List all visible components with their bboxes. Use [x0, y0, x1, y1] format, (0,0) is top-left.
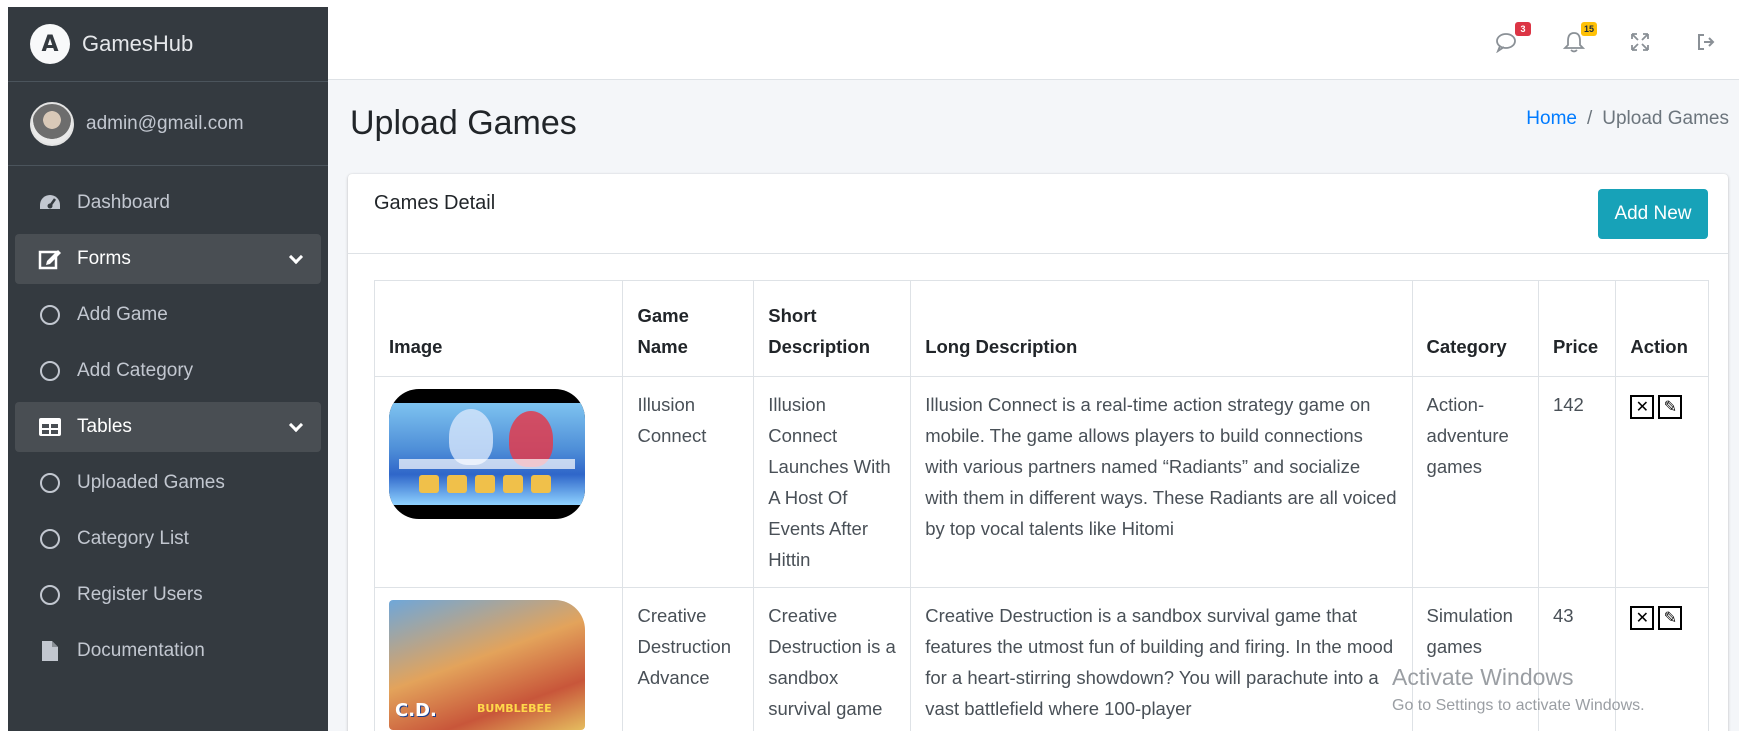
column-header-short-description: Short Description	[753, 280, 912, 377]
brand-name: GamesHub	[82, 31, 194, 56]
brand-link[interactable]: A GamesHub	[8, 7, 328, 82]
chevron-down-icon	[288, 249, 304, 265]
column-header-long-description: Long Description	[910, 280, 1413, 377]
breadcrumb-current: Upload Games	[1602, 108, 1729, 129]
games-detail-card: Games Detail Add New Image Game Name Sho…	[348, 174, 1728, 731]
sidebar-nav: Dashboard Forms Add Game Add Category Ta…	[8, 166, 328, 676]
sidebar-item-label: Category List	[77, 528, 189, 549]
sidebar-item-label: Register Users	[77, 584, 203, 605]
dashboard-icon	[37, 192, 63, 214]
sidebar-item-uploaded-games[interactable]: Uploaded Games	[15, 458, 321, 508]
breadcrumb-home-link[interactable]: Home	[1526, 108, 1577, 129]
cell-price: 43	[1537, 587, 1617, 731]
sidebar-item-add-game[interactable]: Add Game	[15, 290, 321, 340]
column-header-image: Image	[373, 280, 624, 377]
notifications-badge: 15	[1580, 22, 1597, 36]
circle-icon	[37, 360, 63, 382]
logout-button[interactable]	[1693, 29, 1719, 55]
column-header-category: Category	[1411, 280, 1539, 377]
games-table-wrapper: Image Game Name Short Description Long D…	[373, 280, 1709, 731]
circle-icon	[37, 584, 63, 606]
page-title: Upload Games	[350, 104, 577, 142]
sidebar-item-category-list[interactable]: Category List	[15, 514, 321, 564]
table-header-row: Image Game Name Short Description Long D…	[373, 280, 1709, 377]
cell-game-name: Illusion Connect	[622, 376, 755, 588]
messages-badge: 3	[1515, 22, 1531, 36]
sidebar-item-dashboard[interactable]: Dashboard	[15, 178, 321, 228]
user-email: admin@gmail.com	[86, 112, 244, 134]
topbar-icons: 3 15	[1495, 22, 1719, 55]
circle-icon	[37, 472, 63, 494]
file-icon	[37, 640, 63, 662]
content-wrapper: Upload Games Home / Upload Games Games Det…	[328, 80, 1739, 731]
sidebar-item-label: Tables	[77, 416, 132, 437]
delete-button[interactable]: ✕	[1630, 606, 1655, 630]
cell-actions: ✕ ✎	[1615, 376, 1709, 588]
topbar: 3 15	[328, 7, 1739, 80]
sidebar-item-forms[interactable]: Forms	[15, 234, 321, 284]
cell-short-description: Creative Destruction is a sandbox surviv…	[753, 587, 912, 731]
sidebar-item-label: Add Category	[77, 360, 194, 381]
cell-price: 142	[1537, 376, 1617, 588]
breadcrumb-separator: /	[1586, 108, 1593, 129]
sidebar-item-label: Documentation	[77, 640, 205, 661]
circle-icon	[37, 304, 63, 326]
chevron-down-icon	[288, 417, 304, 433]
game-image-label: C.D.	[395, 700, 437, 721]
card-header: Games Detail Add New	[348, 174, 1728, 254]
column-header-game-name: Game Name	[622, 280, 755, 377]
fullscreen-button[interactable]	[1627, 29, 1653, 55]
column-header-price: Price	[1537, 280, 1617, 377]
messages-button[interactable]: 3	[1495, 22, 1531, 55]
card-title: Games Detail	[374, 192, 496, 214]
cell-long-description: Illusion Connect is a real-time action s…	[910, 376, 1413, 588]
sidebar-item-label: Forms	[77, 248, 131, 269]
expand-icon	[1631, 33, 1649, 51]
sidebar-item-label: Dashboard	[77, 192, 170, 213]
cell-category: Action-adventure games	[1411, 376, 1539, 588]
edit-button[interactable]: ✎	[1658, 606, 1683, 630]
brand-logo: A	[30, 24, 70, 64]
sidebar-item-label: Uploaded Games	[77, 472, 225, 493]
table-row: C.D. BUMBLEBEE Creative Destruction Adva…	[373, 587, 1709, 731]
sidebar-item-documentation[interactable]: Documentation	[15, 626, 321, 676]
game-image	[389, 389, 585, 519]
sidebar: A GamesHub admin@gmail.com Dashboard For…	[8, 7, 328, 731]
sidebar-item-tables[interactable]: Tables	[15, 402, 321, 452]
circle-icon	[37, 528, 63, 550]
cell-game-name: Creative Destruction Advance	[622, 587, 755, 731]
cell-short-description: Illusion Connect Launches With A Host Of…	[753, 376, 912, 588]
notifications-button[interactable]: 15	[1561, 22, 1597, 55]
table-icon	[37, 416, 63, 438]
sidebar-item-register-users[interactable]: Register Users	[15, 570, 321, 620]
brand-logo-letter: A	[41, 31, 59, 57]
user-panel[interactable]: admin@gmail.com	[8, 82, 328, 166]
add-new-button[interactable]: Add New	[1598, 189, 1708, 239]
cell-category: Simulation games	[1411, 587, 1539, 731]
sidebar-item-label: Add Game	[77, 304, 168, 325]
cell-image: C.D. BUMBLEBEE	[373, 587, 624, 731]
table-row: Illusion Connect Illusion Connect Launch…	[373, 376, 1709, 588]
cell-image	[373, 376, 624, 588]
edit-button[interactable]: ✎	[1658, 395, 1683, 419]
edit-icon	[37, 248, 63, 270]
breadcrumb: Home / Upload Games	[1526, 108, 1729, 130]
sidebar-item-add-category[interactable]: Add Category	[15, 346, 321, 396]
game-image-label-secondary: BUMBLEBEE	[477, 702, 552, 715]
sign-out-icon	[1698, 34, 1715, 50]
column-header-action: Action	[1615, 280, 1709, 377]
game-image: C.D. BUMBLEBEE	[389, 600, 585, 730]
delete-button[interactable]: ✕	[1630, 395, 1655, 419]
cell-actions: ✕ ✎	[1615, 587, 1709, 731]
avatar	[30, 101, 74, 146]
games-table: Image Game Name Short Description Long D…	[373, 280, 1709, 731]
cell-long-description: Creative Destruction is a sandbox surviv…	[910, 587, 1413, 731]
